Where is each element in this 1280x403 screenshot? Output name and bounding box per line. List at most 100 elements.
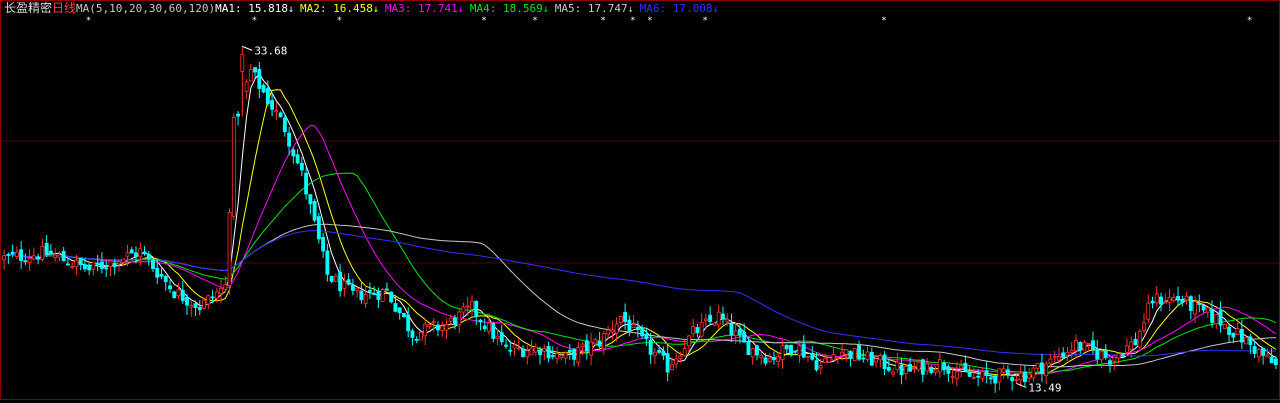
- grid-lines: [0, 0, 1280, 400]
- candle-body: [1048, 358, 1053, 365]
- candle-body: [895, 361, 900, 371]
- candlestick: [491, 321, 496, 343]
- ma-value-label: MA3:: [384, 2, 419, 15]
- candlestick: [882, 351, 887, 376]
- candlestick: [767, 352, 772, 364]
- candlestick: [363, 285, 368, 308]
- candle-body: [66, 263, 70, 266]
- candlestick: [865, 346, 870, 363]
- candle-body: [533, 346, 538, 353]
- ma-value-number: 17.008: [672, 2, 713, 15]
- candlestick: [1001, 363, 1006, 379]
- candle-body: [733, 330, 738, 336]
- candle-body: [1197, 303, 1202, 305]
- candlestick: [912, 362, 917, 374]
- candle-body: [704, 318, 708, 321]
- candle-body: [189, 305, 194, 308]
- event-star-icon[interactable]: *: [601, 16, 606, 26]
- event-star-icon[interactable]: *: [252, 16, 257, 26]
- candle-body: [138, 248, 143, 258]
- down-arrow-icon: ↓: [372, 4, 379, 15]
- down-arrow-icon: ↓: [542, 4, 549, 15]
- candle-body: [623, 312, 628, 322]
- candlestick: [691, 318, 696, 337]
- candlestick: [244, 78, 249, 100]
- candlestick: [686, 334, 691, 353]
- candlestick: [712, 322, 717, 327]
- candlestick: [291, 147, 296, 164]
- candle-body: [436, 324, 440, 331]
- down-arrow-icon: ↓: [457, 4, 464, 15]
- candle-body: [19, 249, 24, 261]
- candlestick: [984, 361, 989, 384]
- down-arrow-icon: ↓: [712, 4, 719, 15]
- candle-body: [427, 324, 432, 328]
- candlestick: [576, 341, 581, 367]
- candle-body: [342, 280, 347, 289]
- candlestick: [601, 330, 606, 355]
- candle-body: [355, 287, 360, 292]
- candle-body: [984, 370, 989, 376]
- candlestick: [597, 331, 602, 350]
- event-star-icon[interactable]: *: [703, 16, 708, 26]
- event-star-icon[interactable]: *: [482, 16, 487, 26]
- candle-body: [1235, 328, 1240, 336]
- price-plot[interactable]: * * * * * * * * * * * 33.68 13.49: [0, 0, 1280, 403]
- candlestick: [1154, 286, 1159, 307]
- candle-body: [495, 335, 500, 340]
- candlestick: [1218, 301, 1223, 333]
- candlestick: [546, 341, 551, 363]
- candle-body: [193, 303, 198, 309]
- event-star-icon[interactable]: *: [1247, 16, 1252, 26]
- candle-body: [665, 353, 670, 373]
- candle-body: [997, 368, 1002, 383]
- event-star-icon[interactable]: *: [648, 16, 653, 26]
- candlestick: [848, 350, 853, 367]
- candle-body: [631, 323, 636, 328]
- period-label[interactable]: 日线: [52, 1, 76, 15]
- candlestick: [44, 235, 49, 258]
- candle-body: [827, 357, 832, 363]
- candlestick: [367, 282, 372, 299]
- candle-body: [465, 305, 470, 308]
- candlestick: [325, 243, 330, 282]
- ma-value-number: 17.741: [418, 2, 458, 15]
- down-arrow-icon: ↓: [287, 4, 295, 15]
- ma-value-label: MA4:: [469, 2, 503, 15]
- candle-body: [857, 345, 861, 360]
- candle-body: [10, 251, 15, 255]
- event-star-icon[interactable]: *: [533, 16, 538, 26]
- candlestick: [584, 334, 589, 360]
- candle-body: [36, 256, 41, 260]
- candlestick: [827, 357, 832, 363]
- event-star-icon[interactable]: *: [882, 16, 887, 26]
- event-star-icon[interactable]: *: [631, 16, 636, 26]
- candle-body: [321, 236, 326, 252]
- candle-body: [1044, 363, 1049, 377]
- candlestick: [40, 238, 45, 262]
- candlestick: [342, 273, 347, 297]
- stock-name[interactable]: 长盈精密: [4, 1, 52, 15]
- candlestick: [78, 258, 83, 271]
- event-star-icon[interactable]: *: [337, 16, 342, 26]
- candle-body: [937, 359, 942, 373]
- candle-body: [831, 354, 836, 361]
- candlestick: [423, 318, 428, 346]
- candle-body: [550, 355, 555, 357]
- ma-params[interactable]: MA(5,10,20,30,60,120): [76, 2, 215, 15]
- high-price-label: 33.68: [254, 44, 287, 57]
- candle-body: [1273, 358, 1278, 366]
- candlestick: [257, 62, 262, 98]
- candle-body: [1031, 367, 1036, 379]
- candlestick: [261, 83, 266, 94]
- candle-body: [908, 364, 913, 372]
- event-star-icon[interactable]: *: [86, 16, 91, 26]
- kline-chart[interactable]: * * * * * * * * * * * 33.68 13.49 长盈精密日线MA(5,10,20…: [0, 0, 1280, 403]
- candle-body: [474, 301, 479, 317]
- candle-body: [83, 264, 87, 270]
- candle-body: [185, 297, 189, 306]
- candlestick: [1180, 295, 1185, 307]
- candle-body: [1184, 295, 1189, 301]
- candle-body: [1005, 369, 1010, 375]
- candle-body: [202, 299, 206, 309]
